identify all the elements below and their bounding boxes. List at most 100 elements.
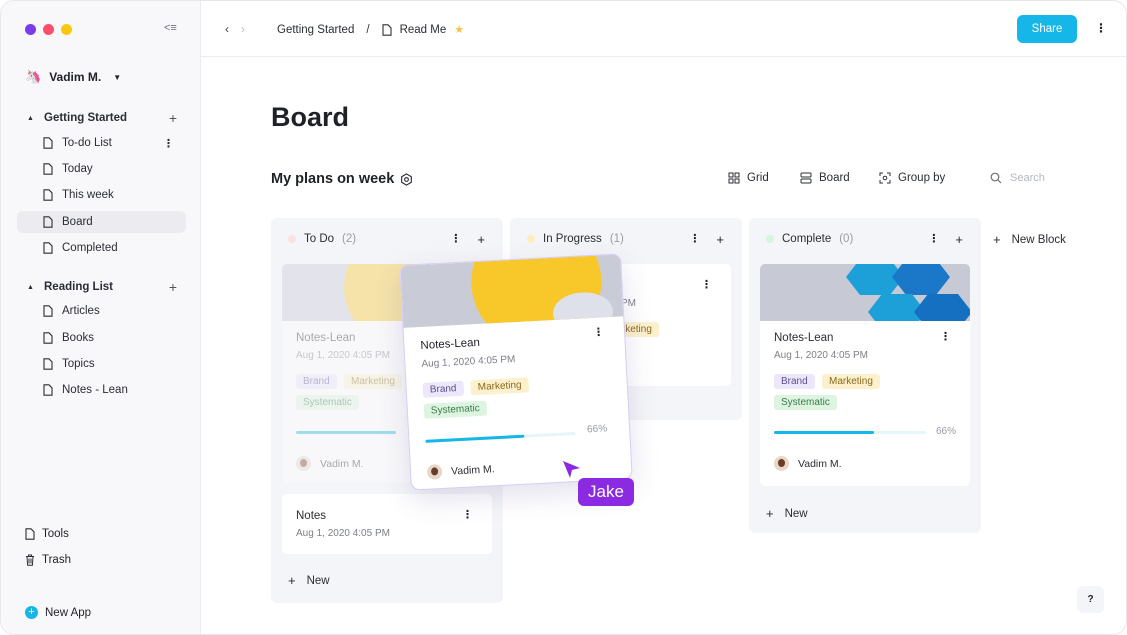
sidebar-item-trash[interactable]: Trash [25,554,71,566]
document-icon [43,189,53,201]
new-app-button[interactable]: + New App [25,606,91,619]
document-icon [25,528,35,540]
add-card-icon[interactable]: + [716,232,724,247]
more-options-icon[interactable]: ⋮ [450,232,461,247]
section-title: Getting Started [44,112,128,124]
add-card-icon[interactable]: + [955,232,963,247]
breadcrumb: Getting Started / Read Me ★ [277,23,464,37]
sidebar-item-label: Completed [62,242,118,254]
card-assignee: Vadim M. [426,461,495,480]
card-notes[interactable]: Notes Aug 1, 2020 4:05 PM ⋮ [282,494,492,554]
share-button[interactable]: Share [1017,15,1077,43]
breadcrumb-item-read-me[interactable]: Read Me [400,24,447,36]
view-board-label: Board [819,172,850,184]
section-getting-started[interactable]: ▲ Getting Started + [27,110,177,126]
sidebar-item-label: Notes - Lean [62,384,128,396]
card-title: Notes-Lean [420,336,481,352]
plus-circle-icon: + [25,606,38,619]
column-title: To Do [304,233,335,245]
dragging-card[interactable]: Notes-Lean ⋮ Aug 1, 2020 4:05 PM Brand M… [399,253,633,491]
unicorn-avatar-icon: 🦄 [25,69,42,84]
new-app-label: New App [45,606,92,619]
sidebar-item-label: Topics [62,358,95,370]
more-options-icon[interactable]: ⋮ [940,330,951,343]
plus-icon: + [288,573,296,588]
app-window: <≡ 🦄 Vadim M. ▼ ▲ Getting Started + To-d… [0,0,1127,635]
section-title: Reading List [44,281,114,293]
board-icon [800,172,812,184]
more-options-icon[interactable]: ⋮ [462,508,473,521]
group-icon [879,172,891,184]
sidebar-item-topics[interactable]: Topics [17,353,186,375]
forward-arrow-icon[interactable]: › [241,22,245,36]
tag-systematic: Systematic [296,395,359,410]
card-complete[interactable]: Notes-Lean ⋮ Aug 1, 2020 4:05 PM Brand M… [760,264,970,486]
status-dot [527,235,535,243]
view-grid-button[interactable]: Grid [728,172,769,184]
breadcrumb-separator: / [366,23,370,36]
window-control-red[interactable] [43,24,54,35]
collaborator-cursor-icon [563,461,580,478]
sidebar-item-notes-lean[interactable]: Notes - Lean [17,379,186,401]
collaborator-name-label: Jake [578,478,634,506]
user-menu[interactable]: 🦄 Vadim M. ▼ [25,69,121,85]
more-options-icon[interactable]: ⋮ [701,278,712,291]
view-board-button[interactable]: Board [800,172,850,184]
more-options-icon[interactable]: ⋮ [163,137,174,150]
new-card-button[interactable]: + New [766,506,808,521]
card-cover-image [760,264,970,321]
new-card-label: New [784,507,808,520]
collapse-sidebar-icon[interactable]: <≡ [164,22,177,34]
column-count: (1) [609,233,624,245]
add-page-icon[interactable]: + [169,110,177,126]
document-icon [43,332,53,344]
add-card-icon[interactable]: + [477,232,485,247]
progress-percent: 66% [586,423,608,436]
add-page-icon[interactable]: + [169,279,177,295]
more-options-icon[interactable]: ⋮ [928,232,939,247]
back-arrow-icon[interactable]: ‹ [225,22,229,36]
sidebar-item-board[interactable]: Board [17,211,186,233]
sidebar-item-tools[interactable]: Tools [25,528,69,540]
status-dot [766,235,774,243]
sidebar-item-this-week[interactable]: This week [17,184,186,206]
progress-bar [774,431,926,434]
group-by-label: Group by [898,172,946,184]
avatar [774,456,789,471]
group-by-button[interactable]: Group by [879,172,945,184]
sidebar-item-today[interactable]: Today [17,158,186,180]
user-name: Vadim M. [49,70,102,84]
column-title: In Progress [543,233,602,245]
more-options-icon[interactable]: ⋮ [593,325,605,339]
window-control-purple[interactable] [25,24,36,35]
more-options-icon[interactable]: ⋮ [689,232,700,247]
star-icon[interactable]: ★ [454,23,464,36]
new-block-button[interactable]: + New Block [993,232,1066,247]
topbar: ‹ › Getting Started / Read Me ★ Share ⋮ [201,1,1126,57]
cover-shape-graphic [846,264,970,321]
sidebar-item-completed[interactable]: Completed [17,237,186,259]
document-icon [43,242,53,254]
card-date: Aug 1, 2020 4:05 PM [296,528,390,539]
card-title: Notes-Lean [296,332,356,344]
trash-icon [26,554,34,566]
new-block-label: New Block [1011,233,1066,246]
sidebar-item-todo-list[interactable]: To-do List ⋮ [17,132,186,154]
board-name: My plans on week [271,171,395,187]
search-input[interactable]: Search [990,172,1045,184]
help-button[interactable]: ? [1077,586,1104,613]
section-reading-list[interactable]: ▲ Reading List + [27,279,177,295]
new-card-button[interactable]: + New [288,573,330,588]
sidebar-item-label: Books [62,332,94,344]
window-control-yellow[interactable] [61,24,72,35]
sidebar-item-articles[interactable]: Articles [17,300,186,322]
sidebar-item-books[interactable]: Books [17,327,186,349]
tools-label: Tools [42,528,69,540]
settings-hexagon-icon[interactable] [400,172,413,186]
column-header: In Progress (1) [527,233,624,245]
column-header: To Do (2) [288,233,356,245]
more-options-icon[interactable]: ⋮ [1095,21,1107,35]
tag-systematic: Systematic [423,400,488,419]
new-card-label: New [306,574,330,587]
breadcrumb-item-getting-started[interactable]: Getting Started [277,24,354,36]
